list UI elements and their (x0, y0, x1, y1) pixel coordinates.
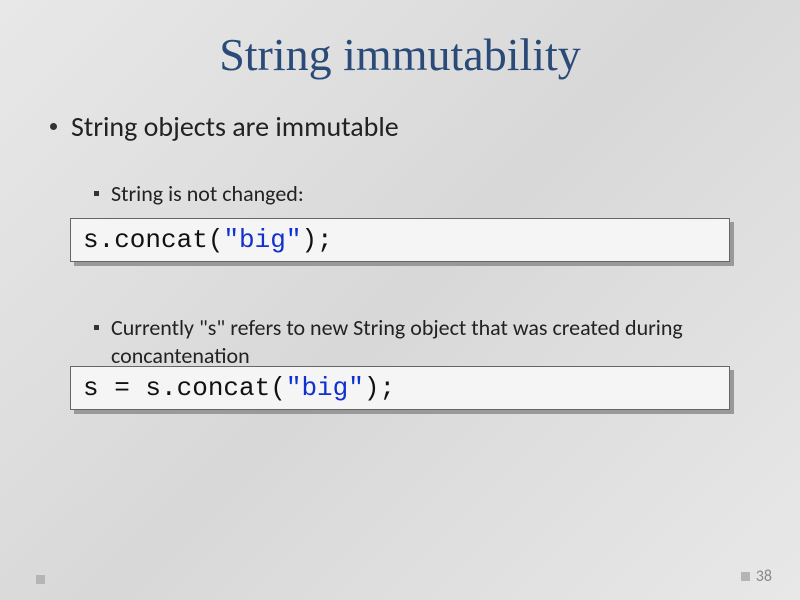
code-text: ); (364, 373, 395, 403)
page-number-text: 38 (756, 567, 772, 586)
slide-title: String immutability (40, 28, 760, 81)
footer-decor-icon (36, 575, 45, 584)
code-text: s = s.concat( (83, 373, 286, 403)
bullet-text: Currently "s" refers to new String objec… (111, 314, 760, 370)
slide: String immutability String objects are i… (0, 0, 800, 600)
code-content: s.concat("big"); (70, 218, 730, 262)
code-content: s = s.concat("big"); (70, 366, 730, 410)
bullet-text: String is not changed: (111, 180, 304, 208)
bullet-level1: String objects are immutable (50, 109, 760, 144)
code-string-literal: "big" (223, 225, 301, 255)
code-string-literal: "big" (286, 373, 364, 403)
code-block-1: s.concat("big"); (70, 218, 730, 262)
code-text: s.concat( (83, 225, 223, 255)
code-block-2: s = s.concat("big"); (70, 366, 730, 410)
bullet-square-icon (94, 325, 99, 330)
bullet-dot-icon (50, 123, 57, 130)
bullet-level2: Currently "s" refers to new String objec… (94, 314, 760, 370)
bullet-level2: String is not changed: (94, 180, 760, 208)
page-decor-icon (741, 572, 750, 581)
bullet-square-icon (94, 191, 99, 196)
page-number: 38 (741, 567, 772, 586)
code-text: ); (301, 225, 332, 255)
bullet-text: String objects are immutable (71, 109, 399, 144)
